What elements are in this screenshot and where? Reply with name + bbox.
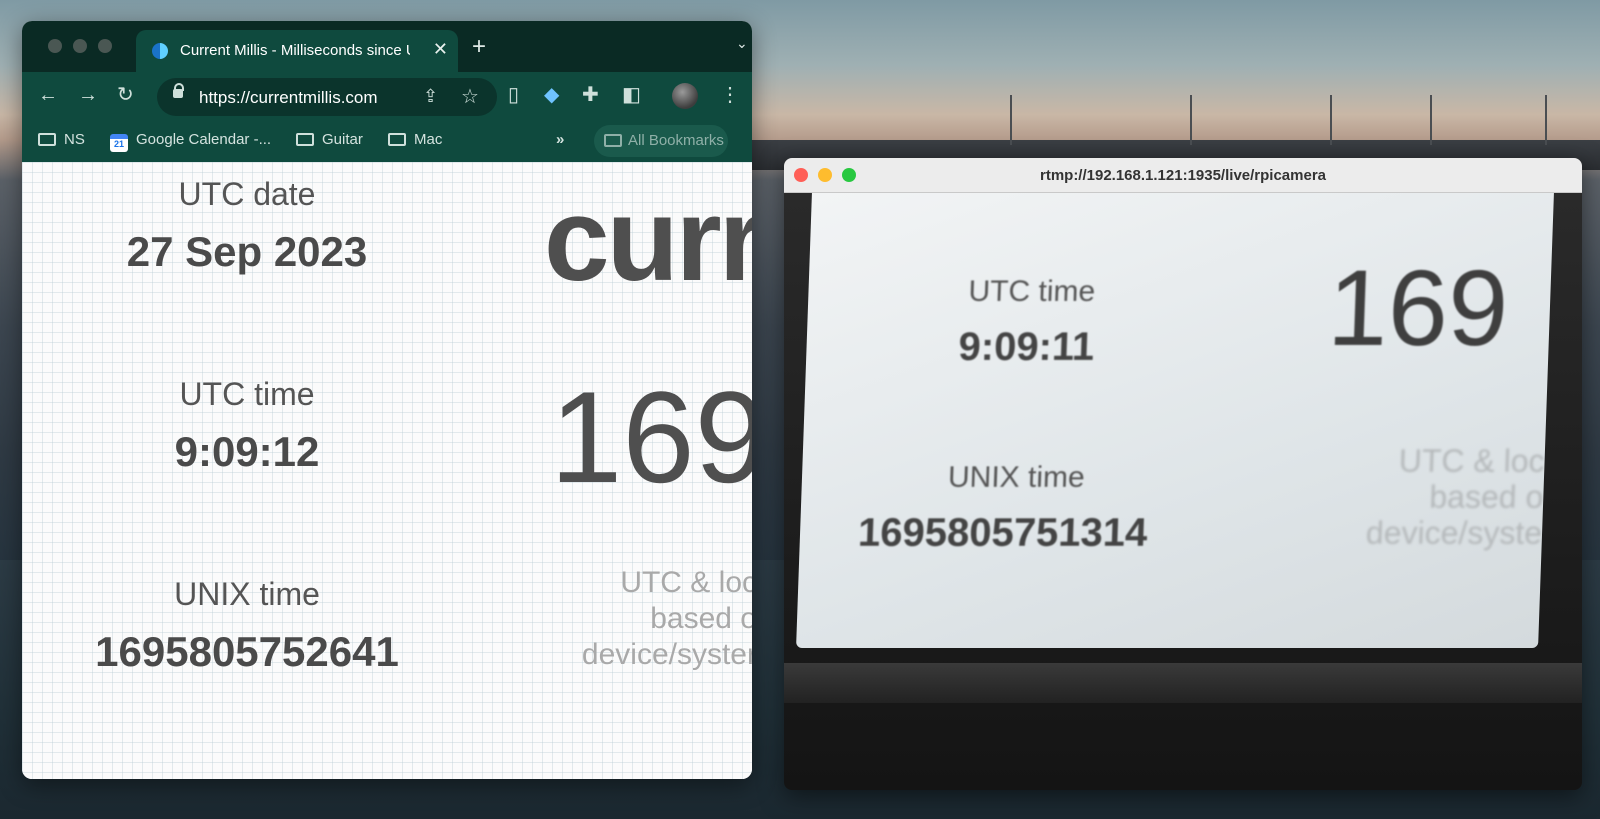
all-bookmarks-button[interactable]: All Bookmarks	[594, 125, 728, 157]
minimize-window-button[interactable]	[73, 39, 87, 53]
filmed-millis-value: 169	[1325, 247, 1511, 368]
filmed-note-line-3: device/syste	[1365, 515, 1543, 551]
extensions-puzzle-icon[interactable]: ✚	[582, 85, 599, 105]
street-lamp	[1430, 95, 1432, 145]
reload-icon[interactable]: ↻	[117, 85, 134, 105]
address-bar[interactable]: https://currentmillis.com ⇪ ☆	[157, 78, 497, 116]
street-lamp	[1330, 95, 1332, 145]
video-player-window: rtmp://192.168.1.121:1935/live/rpicamera…	[784, 158, 1582, 790]
folder-icon	[38, 133, 56, 146]
side-panel-icon[interactable]: ◧	[622, 85, 641, 105]
filmed-utc-time-value: 9:09:11	[957, 325, 1096, 369]
note-line-1: UTC & loc	[620, 566, 752, 599]
zoom-window-button[interactable]	[98, 39, 112, 53]
street-lamp	[1190, 95, 1192, 145]
forward-arrow-icon[interactable]: →	[78, 85, 98, 105]
filmed-unix-label: UNIX time	[947, 461, 1086, 494]
video-frame[interactable]: UTC time 9:09:11 UNIX time 1695805751314…	[784, 193, 1582, 790]
site-heading: curr	[544, 174, 752, 306]
bookmark-guitar[interactable]: Guitar	[296, 131, 363, 148]
utc-date-value: 27 Sep 2023	[126, 228, 368, 275]
monitor-bezel	[784, 663, 1582, 703]
bookmark-ns[interactable]: NS	[38, 131, 85, 148]
page-content: UTC date 27 Sep 2023 UTC time 9:09:12 UN…	[22, 162, 752, 779]
video-title-bar: rtmp://192.168.1.121:1935/live/rpicamera	[784, 158, 1582, 193]
stream-url-title: rtmp://192.168.1.121:1935/live/rpicamera	[1039, 167, 1327, 184]
tab-search-chevron-icon[interactable]: ⌄	[736, 35, 748, 52]
chrome-window: Current Millis - Milliseconds since Unix…	[22, 21, 752, 779]
bookmark-google-calendar[interactable]: 21 Google Calendar -...	[110, 131, 271, 152]
filmed-note-line-2: based o	[1428, 479, 1544, 515]
folder-icon	[604, 134, 622, 147]
current-millis-value: 169	[550, 364, 752, 510]
note-line-2: based o	[650, 602, 752, 635]
site-favicon-icon	[152, 43, 168, 59]
filmed-note-line-1: UTC & loc	[1398, 443, 1546, 479]
note-line-3: device/syster	[581, 638, 752, 671]
reading-list-icon[interactable]: ▯	[508, 85, 519, 105]
street-lamp	[1545, 95, 1547, 145]
folder-icon	[388, 133, 406, 146]
close-window-button[interactable]	[48, 39, 62, 53]
unix-time-value: 1695805752641	[95, 628, 399, 675]
tab-title: Current Millis - Milliseconds since Unix…	[180, 42, 410, 59]
utc-time-label: UTC time	[179, 376, 315, 412]
folder-icon	[296, 133, 314, 146]
street-lamp	[1010, 95, 1012, 145]
url-text[interactable]: https://currentmillis.com	[199, 88, 378, 108]
tab-current-millis[interactable]: Current Millis - Milliseconds since Unix…	[136, 30, 458, 72]
filmed-screen: UTC time 9:09:11 UNIX time 1695805751314…	[796, 193, 1554, 648]
unix-time-label: UNIX time	[174, 576, 320, 612]
share-icon[interactable]: ⇪	[423, 86, 438, 107]
toolbar: ← → ↻ https://currentmillis.com ⇪ ☆ ▯ ◆ …	[22, 72, 752, 120]
bookmark-mac[interactable]: Mac	[388, 131, 442, 148]
back-arrow-icon[interactable]: ←	[38, 85, 58, 105]
calendar-icon: 21	[110, 134, 128, 152]
new-tab-button[interactable]: +	[472, 33, 486, 61]
filmed-unix-value: 1695805751314	[857, 511, 1149, 555]
filmed-utc-time-label: UTC time	[967, 275, 1096, 308]
bookmarks-overflow-chevron-icon[interactable]: »	[556, 131, 564, 148]
gem-extension-icon[interactable]: ◆	[544, 85, 559, 105]
tab-close-icon[interactable]: ✕	[433, 39, 448, 60]
tab-strip: Current Millis - Milliseconds since Unix…	[22, 21, 752, 72]
profile-avatar[interactable]	[672, 83, 698, 109]
bookmarks-bar: NS 21 Google Calendar -... Guitar Mac » A…	[22, 120, 752, 162]
bookmark-star-icon[interactable]: ☆	[461, 84, 479, 109]
lock-icon	[173, 83, 184, 98]
more-menu-icon[interactable]: ⋮	[720, 85, 740, 105]
utc-date-label: UTC date	[178, 176, 316, 212]
utc-time-value: 9:09:12	[174, 428, 320, 475]
